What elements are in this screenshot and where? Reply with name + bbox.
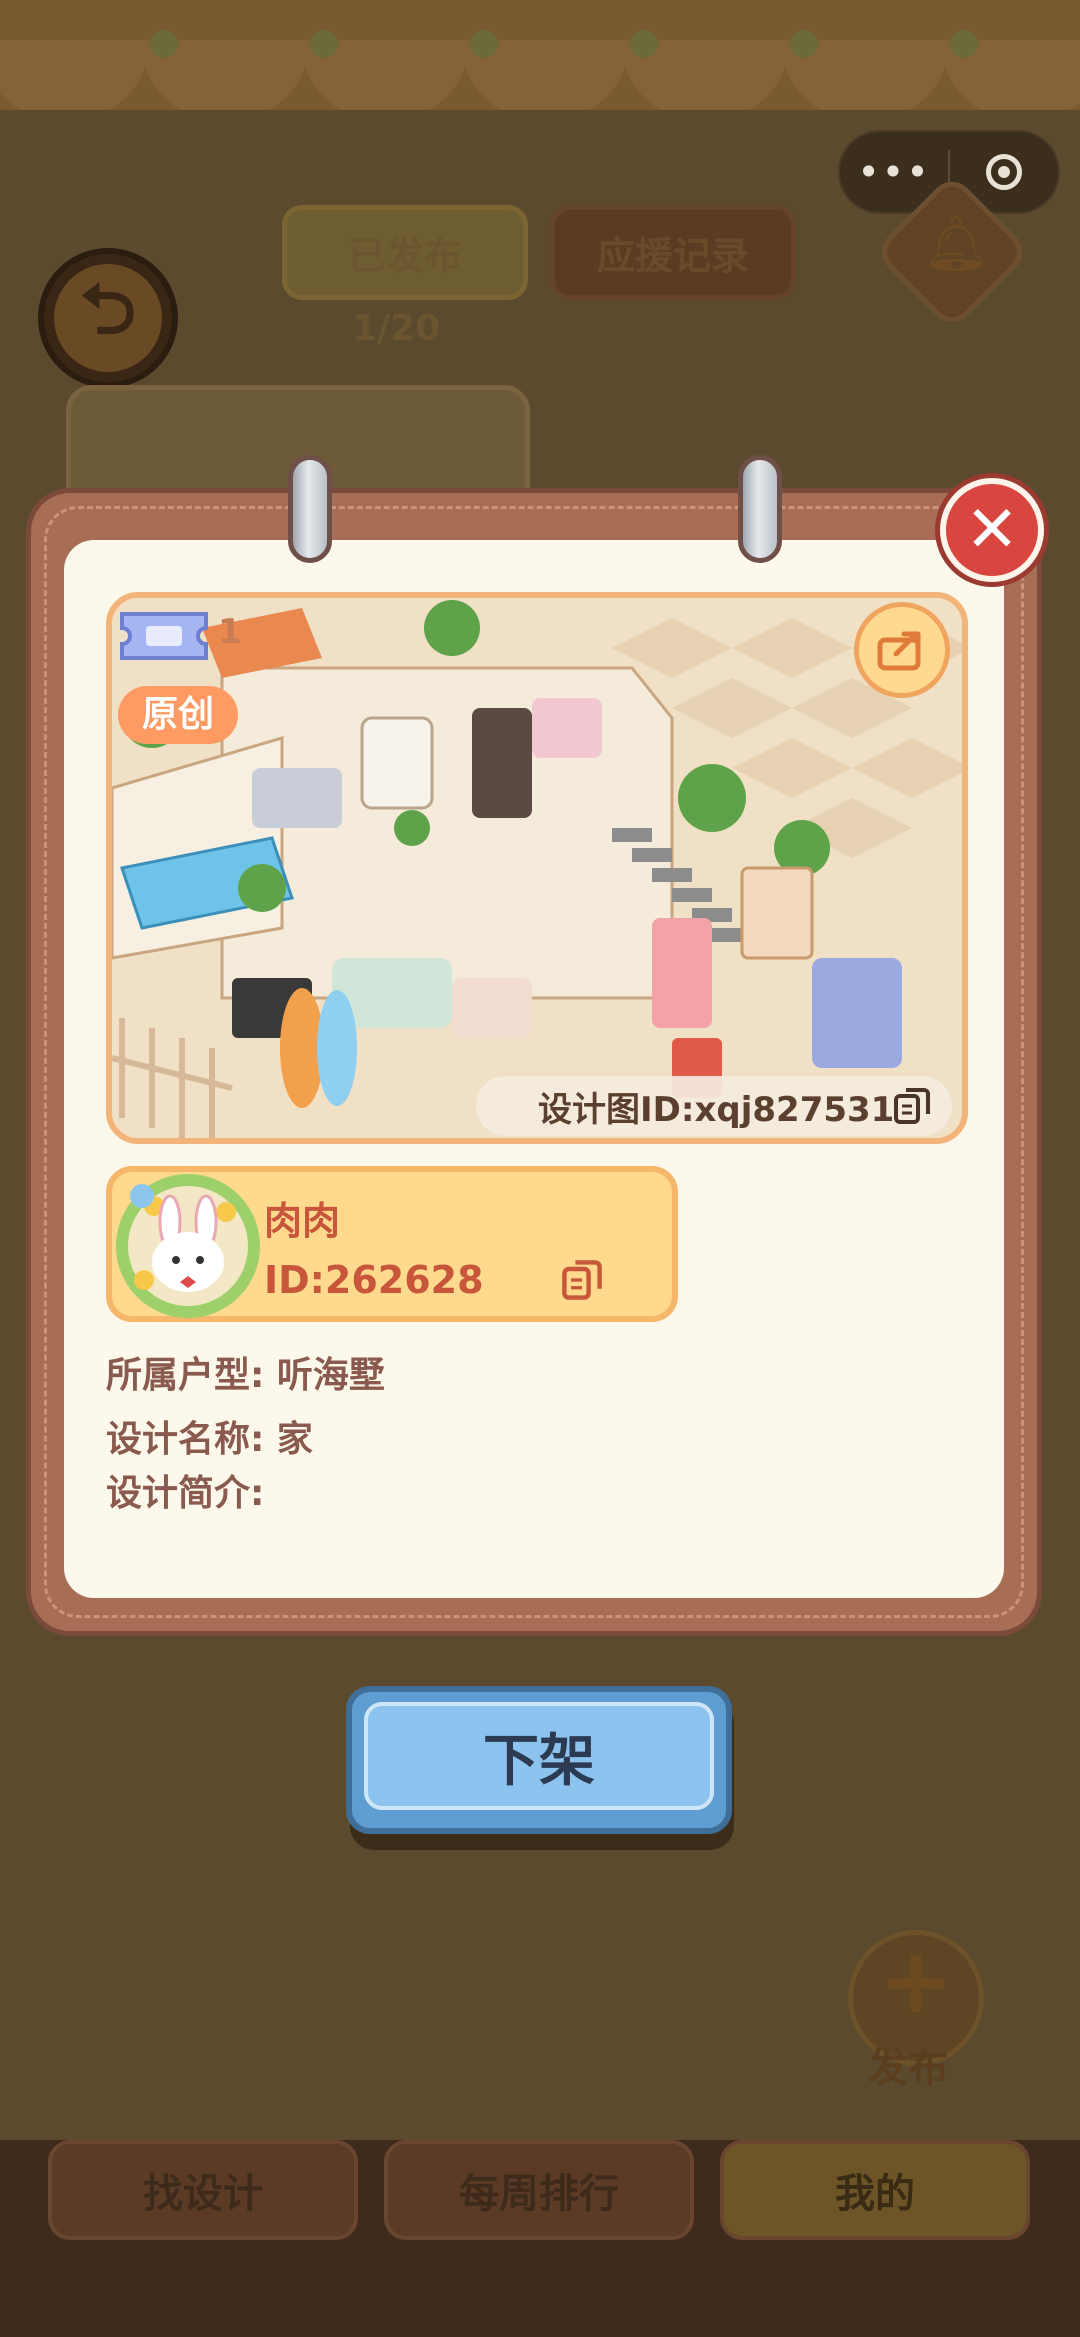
ticket-icon — [120, 612, 208, 660]
target-icon[interactable] — [950, 154, 1058, 190]
ticket-count: 1 — [218, 612, 242, 652]
copy-id-icon[interactable] — [560, 1258, 604, 1302]
publish-label: 发布 — [868, 2045, 948, 2091]
original-badge: 原创 — [118, 686, 238, 744]
design-id-text: 设计图ID:xqj827531 — [538, 1089, 895, 1130]
share-icon — [877, 631, 921, 671]
design-name-text: 设计名称: 家 — [106, 1419, 313, 1460]
awning-dot — [790, 30, 818, 58]
published-count: 1/20 — [352, 308, 441, 349]
back-button[interactable]: ⮌ — [38, 248, 178, 388]
nav-mine[interactable]: 我的 — [720, 2140, 1030, 2240]
close-button[interactable]: ✕ — [940, 478, 1044, 582]
bell-icon: 🔔︎ — [922, 212, 991, 275]
tab-support-records[interactable]: 应援记录 — [550, 205, 796, 300]
binder-ring-right — [738, 455, 782, 563]
awning-decoration — [0, 0, 1080, 110]
design-id-pill: 设计图ID:xqj827531 — [476, 1076, 952, 1136]
author-id: ID:262628 — [264, 1258, 484, 1302]
nav-weekly-ranking[interactable]: 每周排行 — [384, 2140, 694, 2240]
tab-published[interactable]: 已发布 — [282, 205, 528, 300]
author-name: 肉肉 — [264, 1199, 341, 1243]
awning-dot — [630, 30, 658, 58]
design-intro-text: 设计简介: — [106, 1473, 265, 1514]
copy-icon[interactable] — [892, 1086, 932, 1126]
more-dots-icon[interactable]: ••• — [840, 150, 948, 194]
avatar — [116, 1174, 260, 1318]
share-button[interactable] — [854, 602, 950, 698]
house-type-text: 所属户型: 听海墅 — [106, 1355, 385, 1396]
awning-dot — [470, 30, 498, 58]
awning-dot — [150, 30, 178, 58]
back-arrow-icon: ⮌ — [54, 264, 162, 372]
nav-find-design[interactable]: 找设计 — [48, 2140, 358, 2240]
close-icon: ✕ — [965, 493, 1019, 567]
awning-dot — [310, 30, 338, 58]
awning-dot — [950, 30, 978, 58]
plus-icon: + — [878, 1929, 954, 2034]
take-down-label[interactable]: 下架 — [364, 1702, 714, 1810]
design-preview-image — [106, 592, 968, 1144]
awning-scallop — [0, 40, 150, 110]
binder-ring-left — [288, 455, 332, 563]
